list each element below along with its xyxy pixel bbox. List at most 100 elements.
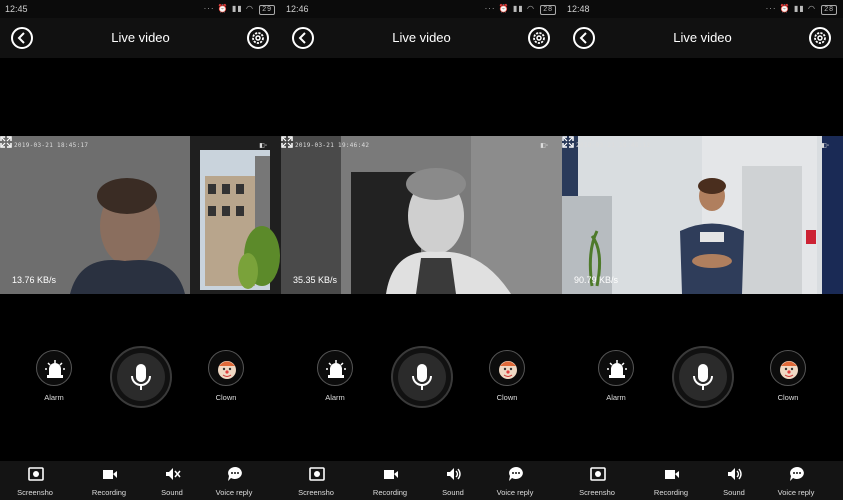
status-icons: ··· ⏰ ▮▮ ◠ 28 (766, 4, 837, 15)
bottom-toolbar: Screensho Recording Sound Voice reply (281, 461, 562, 500)
screenshot-button[interactable]: Screensho (0, 461, 70, 500)
microphone-icon (412, 364, 432, 390)
video-timestamp: 2019-03-21 18:48:12 (576, 142, 651, 149)
voice-reply-label: Voice reply (215, 488, 253, 497)
status-icons: ··· ⏰ ▮▮ ◠ 29 (204, 4, 275, 15)
settings-button[interactable] (528, 27, 550, 49)
recording-label: Recording (372, 488, 408, 497)
video-timestamp: 2019-03-21 19:46:42 (295, 142, 370, 149)
sound-icon (728, 468, 742, 480)
settings-button[interactable] (809, 27, 831, 49)
push-to-talk-button[interactable] (110, 346, 172, 408)
screenshot-button[interactable]: Screensho (562, 461, 632, 500)
battery-icon: 28 (540, 5, 556, 15)
alarm-icon (326, 360, 346, 378)
camera-status-icon: ◧▫ (821, 143, 829, 149)
gear-icon (533, 32, 545, 44)
screenshot-label: Screensho (298, 488, 334, 497)
bottom-toolbar: Screensho Recording Sound Voice reply (562, 461, 843, 500)
app-bar: Live video (281, 18, 562, 58)
status-bar: 12:48 ··· ⏰ ▮▮ ◠ 28 (562, 0, 843, 18)
fullscreen-icon[interactable] (562, 136, 574, 148)
clown-icon (218, 361, 236, 379)
microphone-icon (131, 364, 151, 390)
gear-icon (814, 32, 826, 44)
push-to-talk-button[interactable] (391, 346, 453, 408)
recording-button[interactable]: Recording (355, 461, 425, 500)
voice-reply-button[interactable]: Voice reply (761, 461, 831, 500)
screenshot-label: Screensho (579, 488, 615, 497)
voice-reply-icon (509, 467, 523, 481)
recording-icon (384, 470, 398, 479)
alarm-button[interactable] (317, 350, 353, 386)
alarm-label: Alarm (44, 393, 64, 402)
sound-icon (447, 468, 461, 480)
video-frame (0, 136, 281, 294)
bitrate-readout: 13.76 KB/s (12, 275, 57, 285)
fullscreen-icon[interactable] (0, 136, 12, 148)
sound-button[interactable]: Sound (137, 461, 207, 500)
battery-icon: 29 (259, 5, 275, 15)
clown-icon (499, 361, 517, 379)
page-title: Live video (673, 30, 732, 45)
clown-button[interactable] (489, 350, 525, 386)
voice-reply-button[interactable]: Voice reply (199, 461, 269, 500)
battery-icon: 28 (821, 5, 837, 15)
sound-button[interactable]: Sound (418, 461, 488, 500)
microphone-icon (693, 364, 713, 390)
sound-label: Sound (723, 488, 745, 497)
screenshot-icon (590, 467, 606, 481)
recording-icon (103, 470, 117, 479)
clown-icon (780, 361, 798, 379)
status-time: 12:45 (5, 4, 28, 14)
voice-reply-label: Voice reply (496, 488, 534, 497)
voice-reply-icon (228, 467, 242, 481)
clown-label: Clown (777, 393, 799, 402)
live-video-feed[interactable]: 2019-03-21 18:48:12 ◧▫ 90.79 KB/s (562, 136, 843, 294)
video-timestamp: 2019-03-21 18:45:17 (14, 142, 89, 149)
status-bar: 12:45 ··· ⏰ ▮▮ ◠ 29 (0, 0, 281, 18)
sound-muted-icon (166, 468, 181, 480)
recording-button[interactable]: Recording (74, 461, 144, 500)
settings-button[interactable] (247, 27, 269, 49)
voice-reply-label: Voice reply (777, 488, 815, 497)
phone-screen-3: 12:48 ··· ⏰ ▮▮ ◠ 28 Live video 2019-03-2… (562, 0, 843, 500)
alarm-button[interactable] (36, 350, 72, 386)
app-bar: Live video (0, 18, 281, 58)
screenshot-button[interactable]: Screensho (281, 461, 351, 500)
status-time: 12:46 (286, 4, 309, 14)
recording-button[interactable]: Recording (636, 461, 706, 500)
bitrate-readout: 90.79 KB/s (574, 275, 619, 285)
alarm-label: Alarm (325, 393, 345, 402)
fullscreen-icon[interactable] (281, 136, 293, 148)
voice-reply-icon (790, 467, 804, 481)
sound-label: Sound (161, 488, 183, 497)
live-video-feed[interactable]: 2019-03-21 19:46:42 ◧▫ 35.35 KB/s (281, 136, 562, 294)
clown-label: Clown (496, 393, 518, 402)
clown-button[interactable] (208, 350, 244, 386)
phone-screen-1: 12:45 ··· ⏰ ▮▮ ◠ 29 Live video 2019-03-2… (0, 0, 281, 500)
video-frame (281, 136, 562, 294)
screenshot-icon (309, 467, 325, 481)
recording-icon (665, 470, 679, 479)
sound-button[interactable]: Sound (699, 461, 769, 500)
page-title: Live video (111, 30, 170, 45)
screenshot-label: Screensho (17, 488, 53, 497)
page-title: Live video (392, 30, 451, 45)
live-video-feed[interactable]: 2019-03-21 18:45:17 ◧▫ 13.76 KB/s (0, 136, 281, 294)
app-bar: Live video (562, 18, 843, 58)
status-time: 12:48 (567, 4, 590, 14)
gear-icon (252, 32, 264, 44)
recording-label: Recording (91, 488, 127, 497)
sound-label: Sound (442, 488, 464, 497)
push-to-talk-button[interactable] (672, 346, 734, 408)
status-bar: 12:46 ··· ⏰ ▮▮ ◠ 28 (281, 0, 562, 18)
clown-button[interactable] (770, 350, 806, 386)
camera-status-icon: ◧▫ (259, 143, 267, 149)
voice-reply-button[interactable]: Voice reply (480, 461, 550, 500)
video-frame (562, 136, 843, 294)
alarm-button[interactable] (598, 350, 634, 386)
recording-label: Recording (653, 488, 689, 497)
alarm-icon (45, 360, 65, 378)
status-icons: ··· ⏰ ▮▮ ◠ 28 (485, 4, 556, 15)
